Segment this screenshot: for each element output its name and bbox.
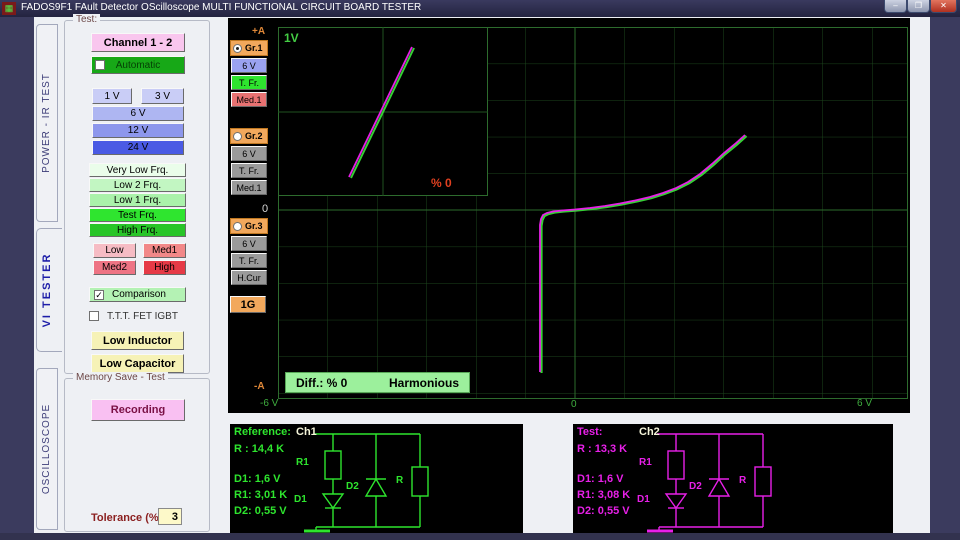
gr3-radio-icon[interactable] [233, 222, 242, 231]
gr2-current-button[interactable]: Med.1 [231, 180, 267, 195]
ttt-fet-igbt-checkbox[interactable] [89, 311, 99, 321]
ttt-fet-igbt-toggle[interactable]: T.T.T. FET IGBT [89, 309, 199, 323]
memory-groupbox-caption: Memory Save - Test [73, 372, 168, 383]
gr3-frequency-button[interactable]: T. Fr. [231, 253, 267, 268]
gr1-radio[interactable]: Gr.1 [230, 40, 268, 56]
test-r1-label: R1 [639, 457, 652, 468]
low-1-frq-button[interactable]: Low 1 Frq. [89, 193, 186, 207]
inset-scale-label: 1V [284, 31, 299, 45]
automatic-checkbox[interactable] [95, 60, 105, 70]
test-d2-value: D2: 0,55 V [577, 505, 630, 517]
1g-gain-button[interactable]: 1G [230, 296, 266, 313]
test-r-label: R [739, 475, 746, 486]
memory-save-groupbox: Memory Save - Test Recording Tolerance (… [64, 378, 210, 532]
diff-readout: Diff.: % 0 Harmonious [285, 372, 470, 393]
high-frq-button[interactable]: High Frq. [89, 223, 186, 237]
reference-r1-label: R1 [296, 457, 309, 468]
reference-r-label: R [396, 475, 403, 486]
reference-circuit-panel: Reference: Ch1 R : 14,4 K D1: 1,6 V R1: … [230, 424, 523, 533]
very-low-frq-button[interactable]: Very Low Frq. [89, 163, 186, 177]
current-low-button[interactable]: Low [93, 243, 136, 258]
plus-a-axis-label: +A [252, 26, 265, 37]
gr1-voltage-button[interactable]: 6 V [231, 58, 267, 73]
inset-diff-label: % 0 [431, 176, 452, 190]
voltage-6v-button[interactable]: 6 V [92, 106, 184, 121]
test-d1-value: D1: 1,6 V [577, 473, 623, 485]
tab-oscilloscope[interactable]: OSCILLOSCOPE [36, 368, 58, 530]
current-high-button[interactable]: High [143, 260, 186, 275]
minus-a-axis-label: -A [254, 381, 265, 392]
reference-d1-value: D1: 1,6 V [234, 473, 280, 485]
window-title: FADOS9F1 FAult Detector OScilloscope MUL… [21, 2, 421, 13]
gr2-frequency-button[interactable]: T. Fr. [231, 163, 267, 178]
voltage-12v-button[interactable]: 12 V [92, 123, 184, 138]
current-med1-button[interactable]: Med1 [143, 243, 186, 258]
comparison-checkbox[interactable]: ✓ [94, 290, 104, 300]
gr2-radio[interactable]: Gr.2 [230, 128, 268, 144]
zero-axis-label: 0 [262, 203, 268, 215]
reference-d1-label: D1 [294, 494, 307, 505]
reference-r1-value: R1: 3,01 K [234, 489, 287, 501]
reference-r-value: R : 14,4 K [234, 443, 284, 455]
harmonious-status: Harmonious [389, 376, 459, 390]
tolerance-label: Tolerance (%) [91, 512, 162, 524]
close-button[interactable]: ✕ [930, 0, 957, 13]
tolerance-input[interactable] [158, 508, 182, 525]
gr3-radio[interactable]: Gr.3 [230, 218, 268, 234]
recording-button[interactable]: Recording [91, 399, 185, 421]
vi-graph-panel: +A Gr.1 6 V T. Fr. Med.1 Gr.2 6 V T. Fr.… [228, 18, 910, 413]
voltage-3v-button[interactable]: 3 V [141, 88, 184, 104]
maximize-button[interactable]: ❐ [907, 0, 930, 13]
title-bar: ▦ FADOS9F1 FAult Detector OScilloscope M… [0, 0, 960, 17]
gr3-hcur-button[interactable]: H.Cur [231, 270, 267, 285]
comparison-toggle[interactable]: ✓ Comparison [89, 287, 186, 302]
diff-value: Diff.: % 0 [296, 376, 347, 390]
test-groupbox: Test: Channel 1 - 2 Automatic 1 V 3 V 6 … [64, 20, 210, 374]
low-capacitor-button[interactable]: Low Capacitor [91, 354, 184, 373]
automatic-button[interactable]: Automatic [91, 56, 185, 74]
vi-inset-plot [278, 27, 488, 196]
gr1-current-button[interactable]: Med.1 [231, 92, 267, 107]
test-r-value: R : 13,3 K [577, 443, 627, 455]
low-2-frq-button[interactable]: Low 2 Frq. [89, 178, 186, 192]
test-title: Test: [577, 426, 602, 438]
gr2-voltage-button[interactable]: 6 V [231, 146, 267, 161]
x-label-6: 6 V [857, 398, 872, 409]
app-icon: ▦ [2, 2, 16, 15]
window-bottom-border [0, 533, 960, 540]
test-frq-button[interactable]: Test Frq. [89, 208, 186, 222]
reference-title: Reference: [234, 426, 291, 438]
x-label-0: 0 [571, 399, 577, 410]
low-inductor-button[interactable]: Low Inductor [91, 331, 184, 350]
channel-1-2-button[interactable]: Channel 1 - 2 [91, 33, 185, 52]
gr1-frequency-button[interactable]: T. Fr. [231, 75, 267, 90]
test-circuit-panel: Test: Ch2 R : 13,3 K D1: 1,6 V R1: 3,08 … [573, 424, 893, 533]
test-channel: Ch2 [639, 426, 660, 438]
test-r1-value: R1: 3,08 K [577, 489, 630, 501]
gr2-radio-icon[interactable] [233, 132, 242, 141]
reference-channel: Ch1 [296, 426, 317, 438]
minimize-button[interactable]: – [884, 0, 907, 13]
x-label-neg6: -6 V [260, 398, 278, 409]
test-d2-label: D2 [689, 481, 702, 492]
voltage-1v-button[interactable]: 1 V [92, 88, 132, 104]
current-med2-button[interactable]: Med2 [93, 260, 136, 275]
reference-d2-value: D2: 0,55 V [234, 505, 287, 517]
test-groupbox-caption: Test: [73, 14, 100, 25]
application-window: ▦ FADOS9F1 FAult Detector OScilloscope M… [0, 0, 960, 540]
gr3-voltage-button[interactable]: 6 V [231, 236, 267, 251]
tab-vi-tester[interactable]: VI TESTER [36, 228, 62, 352]
test-d1-label: D1 [637, 494, 650, 505]
gr1-radio-icon[interactable] [233, 44, 242, 53]
reference-d2-label: D2 [346, 481, 359, 492]
voltage-24v-button[interactable]: 24 V [92, 140, 184, 155]
tab-power-ir-test[interactable]: POWER - IR TEST [36, 24, 58, 222]
